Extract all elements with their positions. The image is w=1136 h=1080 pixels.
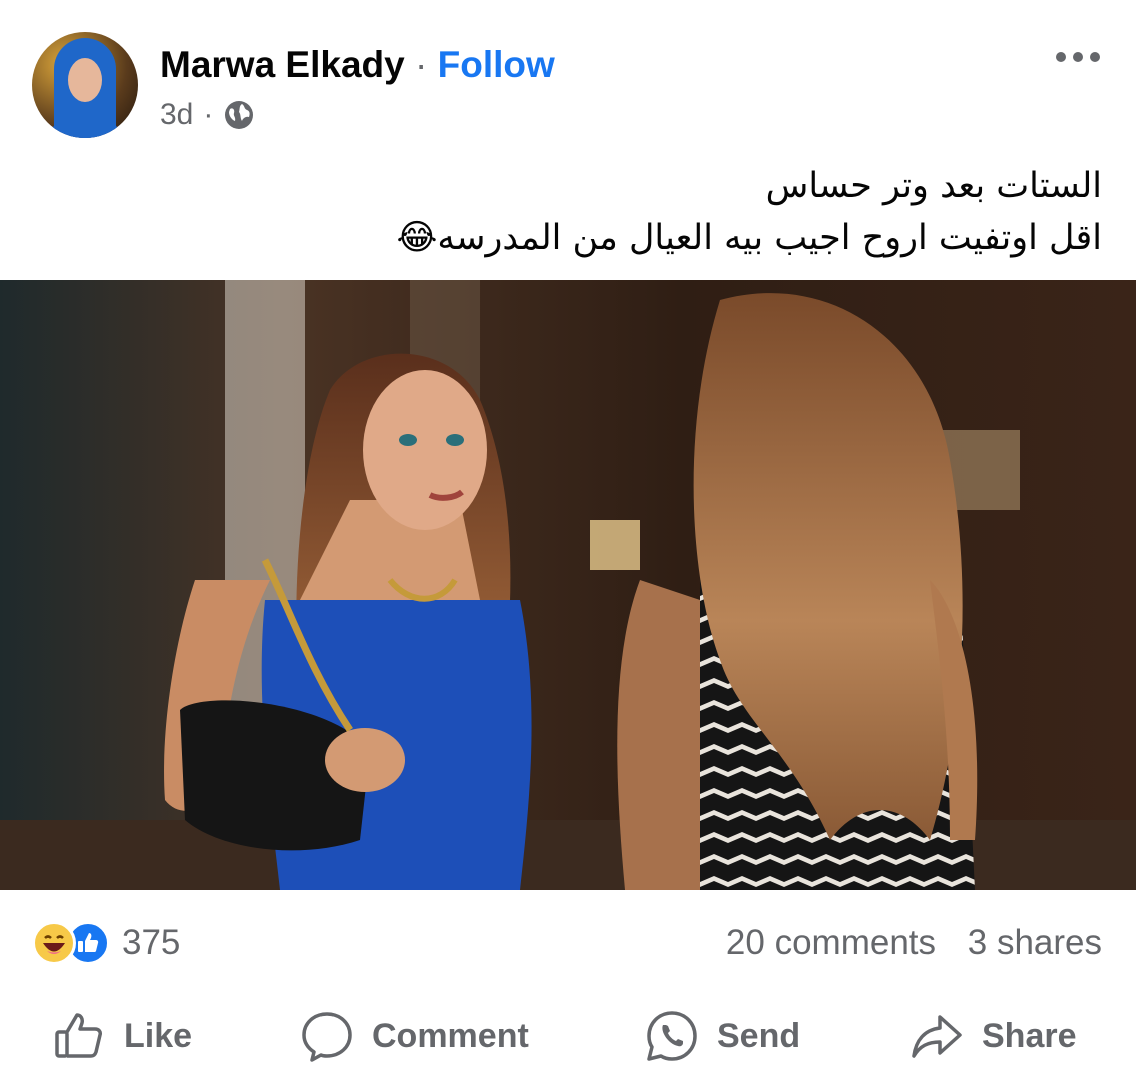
thumbs-up-icon (55, 1013, 102, 1058)
post-meta: 3d · (160, 98, 255, 132)
like-button[interactable]: Like (52, 1008, 192, 1064)
post-time[interactable]: 3d (160, 98, 193, 132)
like-label: Like (124, 1016, 193, 1055)
whatsapp-icon (647, 1011, 697, 1061)
post-stats: 375 20 comments 3 shares (0, 915, 1136, 975)
post-caption: الستات بعد وتر حساس اقل اوتفيت اروح اجيب… (42, 160, 1102, 264)
share-arrow-icon (912, 1015, 962, 1058)
author-avatar[interactable] (32, 32, 138, 138)
photo-illustration (0, 280, 1136, 890)
name-separator: · (415, 44, 428, 85)
share-button[interactable]: Share (910, 1008, 1077, 1064)
author-line: Marwa Elkady · Follow (160, 44, 555, 86)
meta-separator: · (203, 98, 214, 131)
reaction-count: 375 (122, 923, 181, 962)
comment-button[interactable]: Comment (300, 1008, 529, 1064)
post-action-bar: Like Comment Send Share (0, 1000, 1136, 1072)
caption-line: اقل اوتفيت اروح اجيب بيه العيال من المدر… (396, 218, 1102, 258)
post-photo[interactable] (0, 280, 1136, 890)
send-label: Send (717, 1016, 801, 1055)
engagement-counts: 20 comments 3 shares (726, 923, 1102, 963)
follow-button[interactable]: Follow (438, 44, 555, 85)
reaction-summary[interactable]: 375 (32, 921, 180, 965)
send-button[interactable]: Send (645, 1008, 800, 1064)
post-header: Marwa Elkady · Follow 3d · (0, 0, 1136, 150)
share-label: Share (982, 1016, 1077, 1055)
more-options-icon[interactable] (1056, 42, 1100, 72)
globe-icon (225, 101, 254, 129)
caption-line: الستات بعد وتر حساس (765, 166, 1102, 206)
shares-count-link[interactable]: 3 shares (968, 923, 1102, 962)
author-name[interactable]: Marwa Elkady (160, 44, 405, 85)
comment-bubble-icon (302, 1012, 352, 1062)
comments-count-link[interactable]: 20 comments (726, 923, 936, 962)
comment-label: Comment (372, 1016, 529, 1055)
haha-reaction-icon (32, 921, 76, 965)
